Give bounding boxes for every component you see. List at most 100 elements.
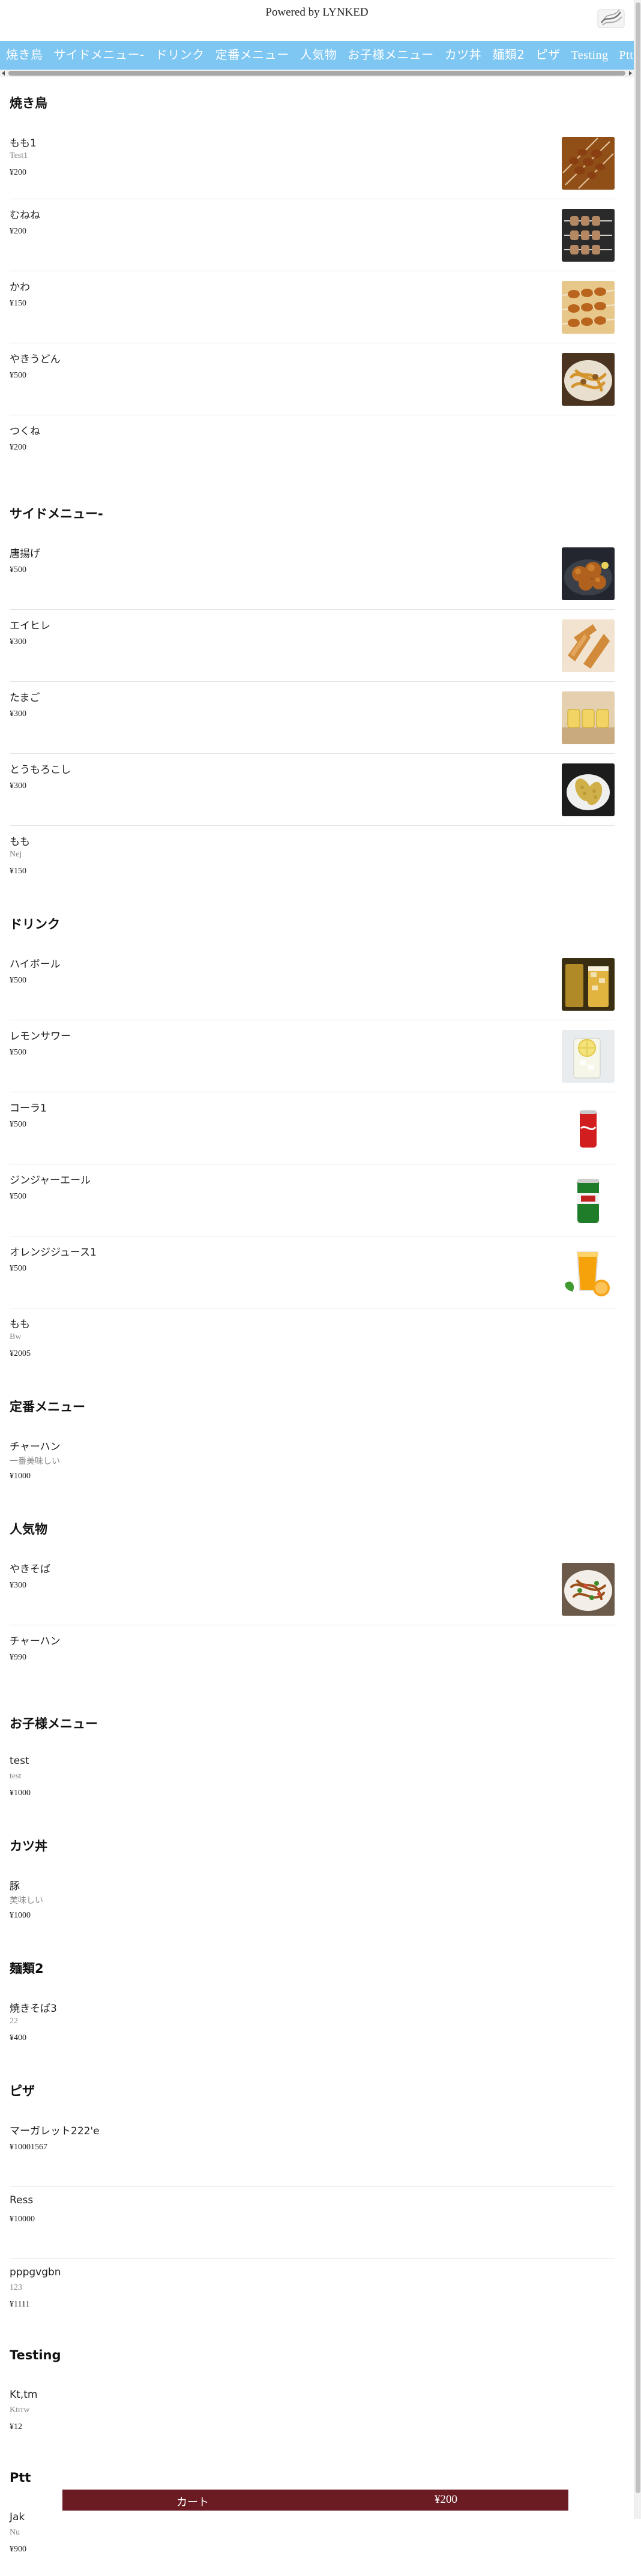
item-name: たまご [10, 692, 40, 704]
scroll-left-icon[interactable] [2, 71, 5, 76]
section-title: 焼き鳥 [10, 96, 47, 110]
item-name: Jak [10, 2511, 25, 2523]
ginger-ale-can-photo[interactable] [562, 1174, 615, 1227]
tab-4[interactable]: 人気物 [295, 41, 343, 70]
grilled-skewers-photo[interactable] [562, 209, 615, 262]
orange-juice-photo[interactable] [562, 1246, 615, 1299]
menu-item[interactable]: つくね ¥200 [10, 415, 615, 487]
tab-5[interactable]: お子様メニュー [342, 41, 439, 70]
section-title: ドリンク [10, 917, 60, 931]
tab-0[interactable]: 焼き鳥 [0, 41, 49, 70]
item-description: Bw [10, 1332, 22, 1341]
item-price: ¥990 [10, 1653, 26, 1662]
page-scroll-thumb[interactable] [636, 2, 640, 2493]
scroll-right-icon[interactable] [629, 71, 632, 76]
menu-item[interactable]: たまご ¥300 [10, 682, 615, 754]
item-name: かわ [10, 281, 30, 293]
menu-item[interactable]: 焼きそば3 22 ¥400 [10, 1993, 615, 2065]
item-price: ¥300 [10, 1581, 26, 1590]
item-name: コーラ1 [10, 1103, 47, 1115]
chicken-skin-photo[interactable] [562, 281, 615, 334]
menu-item[interactable]: レモンサワー ¥500 [10, 1020, 615, 1092]
tab-8[interactable]: ピザ [530, 41, 565, 70]
lemon-sour-photo[interactable] [562, 1030, 615, 1083]
menu-item[interactable]: コーラ1 ¥500 [10, 1092, 615, 1164]
item-name: レモンサワー [10, 1031, 71, 1043]
menu-item[interactable]: オレンジジュース1 ¥500 [10, 1236, 615, 1308]
highball-photo[interactable] [562, 958, 615, 1011]
menu-item[interactable]: test test ¥1000 [10, 1748, 615, 1820]
brand-logo-icon[interactable] [595, 6, 627, 30]
menu-item[interactable]: もも Nej ¥150 [10, 826, 615, 898]
item-name: つくね [10, 426, 40, 438]
item-name: 唐揚げ [10, 548, 40, 560]
item-price: ¥400 [10, 2033, 26, 2042]
menu-item[interactable]: やきそば ¥300 [10, 1553, 615, 1625]
powered-by-text: Powered by LYNKED [265, 6, 369, 19]
tamago-photo[interactable] [562, 691, 615, 744]
tab-3[interactable]: 定番メニュー [210, 41, 295, 70]
item-description: Nej [10, 850, 22, 859]
menu-item[interactable]: とうもろこし ¥300 [10, 754, 615, 826]
yaki-udon-photo[interactable] [562, 353, 615, 406]
item-price: ¥500 [10, 1264, 26, 1273]
menu-item[interactable]: もも Bw ¥2005 [10, 1308, 615, 1380]
section-title: Testing [10, 2348, 61, 2362]
karaage-photo[interactable] [562, 547, 615, 600]
item-price: ¥200 [10, 443, 26, 452]
item-description: 一番美味しい [10, 1457, 60, 1466]
menu-item[interactable]: 豚美味しい ¥1000 [10, 1870, 615, 1942]
item-name: 焼きそば3 [10, 2003, 57, 2015]
tab-2[interactable]: ドリンク [150, 41, 210, 70]
menu-item[interactable]: Kt,tm Ktrrw ¥12 [10, 2382, 615, 2454]
cart-label: カート [176, 2496, 209, 2509]
item-price: ¥300 [10, 637, 26, 646]
corn-photo[interactable] [562, 763, 615, 816]
tab-9[interactable]: Testing [565, 41, 613, 70]
item-price: ¥300 [10, 709, 26, 718]
menu-item[interactable]: ジンジャーエール ¥500 [10, 1164, 615, 1236]
page-scrollbar[interactable] [634, 0, 641, 2519]
category-tab-bar[interactable]: 焼き鳥 サイドメニュー- ドリンク 定番メニュー 人気物 お子様メニュー カツ丼 麺類2 ピザ T… [0, 41, 634, 70]
item-price: ¥500 [10, 1120, 26, 1129]
menu-item[interactable]: やきうどん ¥500 [10, 343, 615, 415]
tab-10[interactable]: Ptt [614, 41, 634, 70]
item-price: ¥500 [10, 371, 26, 380]
skewers-photo[interactable] [562, 137, 615, 190]
item-description: 22 [10, 2017, 18, 2026]
menu-item[interactable]: エイヒレ ¥300 [10, 610, 615, 682]
menu-item[interactable]: 唐揚げ ¥500 [10, 538, 615, 610]
menu-item[interactable]: pppgvgbn 123 ¥1111 [10, 2259, 615, 2331]
tab-7[interactable]: 麺類2 [487, 41, 530, 70]
menu-item[interactable]: むねね ¥200 [10, 199, 615, 271]
item-name: とうもろこし [10, 764, 71, 776]
menu-item[interactable]: ハイボール ¥500 [10, 948, 615, 1020]
menu-section: ドリンク ハイボール ¥500 レモンサワー ¥500 コーラ1 ¥500 ジンジャーエール ¥… [0, 898, 634, 1380]
menu-item[interactable]: もも1 Test1 ¥200 [10, 127, 615, 199]
cola-can-photo[interactable] [562, 1102, 615, 1155]
tab-1[interactable]: サイドメニュー- [49, 41, 150, 70]
item-name: もも [10, 836, 30, 848]
eihire-photo[interactable] [562, 619, 615, 672]
item-name: ハイボール [10, 958, 61, 971]
menu-section: 定番メニュー チャーハン 一番美味しい ¥1000 [0, 1380, 634, 1503]
item-name: 豚 [10, 1880, 20, 1892]
tab-6[interactable]: カツ丼 [439, 41, 487, 70]
menu-item[interactable]: チャーハン 一番美味しい ¥1000 [10, 1431, 615, 1503]
item-price: ¥150 [10, 867, 26, 876]
menu-item[interactable]: チャーハン ¥990 [10, 1625, 615, 1697]
yakisoba-photo[interactable] [562, 1563, 615, 1616]
tab-bar-scroll-thumb[interactable] [8, 71, 625, 76]
menu-item[interactable]: かわ ¥150 [10, 271, 615, 343]
item-price: ¥500 [10, 565, 26, 574]
item-name: test [10, 1755, 29, 1767]
cart-button[interactable]: カート ¥200 [62, 2490, 568, 2511]
item-name: マーガレット222'e [10, 2125, 100, 2137]
item-name: やきうどん [10, 354, 61, 366]
menu-item[interactable]: Ress ¥10000 [10, 2187, 615, 2259]
item-price: ¥1000 [10, 1789, 31, 1798]
tab-bar-scrollbar[interactable] [0, 70, 634, 77]
menu-item[interactable]: Jak Nu ¥900 [10, 2504, 615, 2576]
section-title: 人気物 [10, 1522, 47, 1536]
menu-item[interactable]: マーガレット222'e ¥10001567 [10, 2115, 615, 2187]
